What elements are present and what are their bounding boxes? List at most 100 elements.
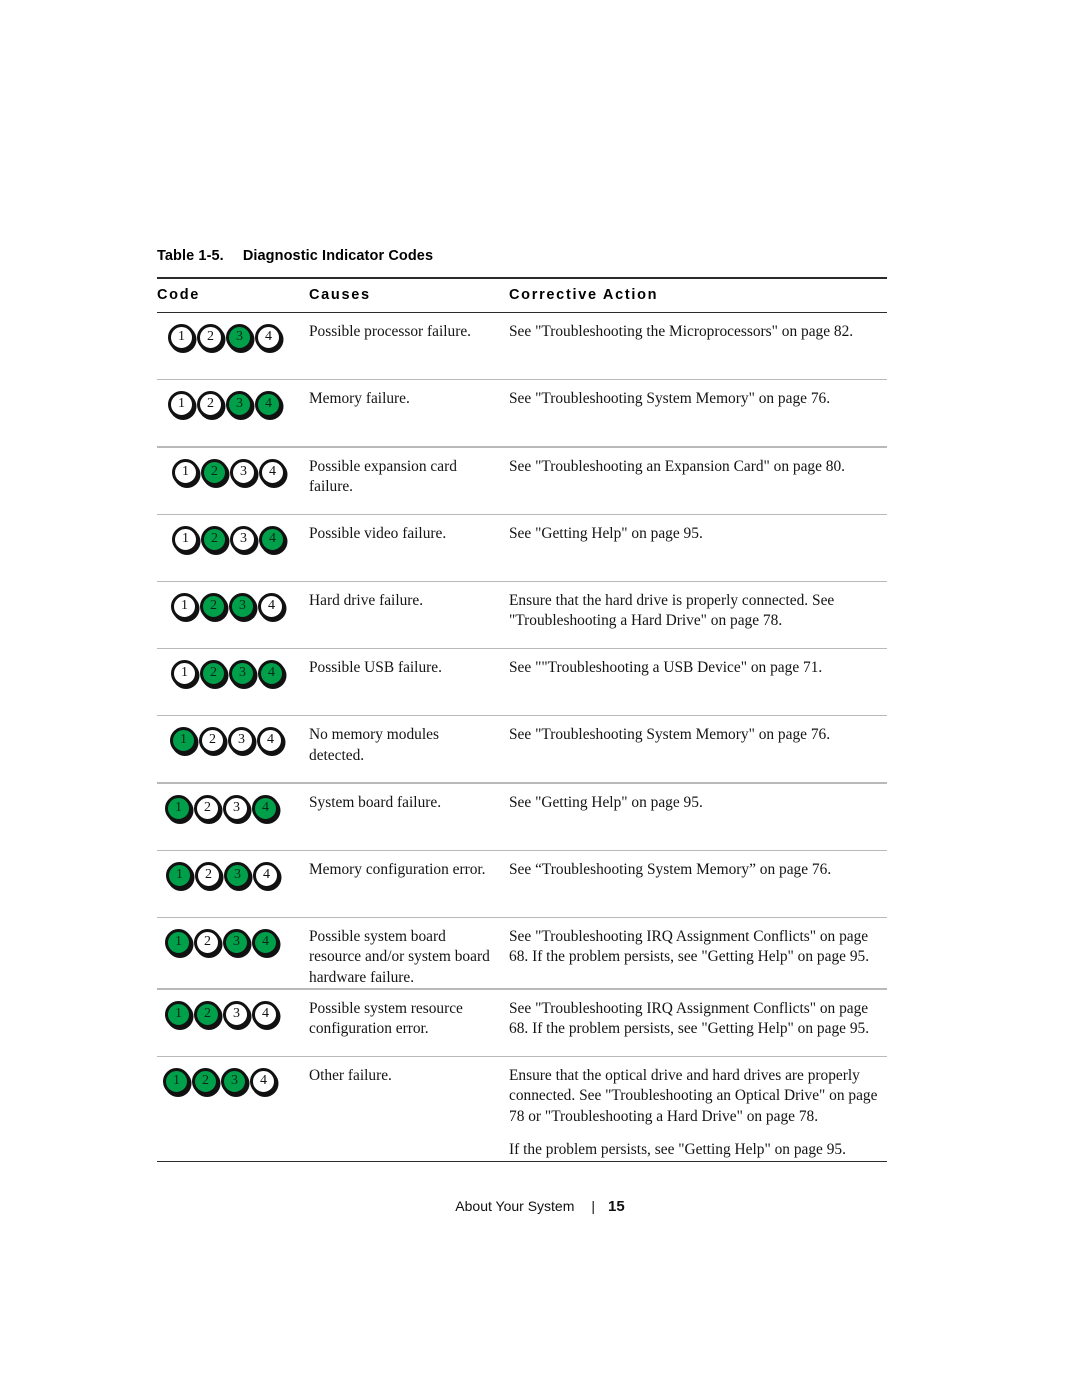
table-header-row: Code Causes Corrective Action — [157, 279, 887, 312]
led-indicator-1-off: 1 — [171, 592, 198, 620]
led-number-label: 1 — [181, 597, 188, 613]
corrective-action-paragraph: See "Troubleshooting the Microprocessors… — [509, 323, 854, 341]
led-number-label: 1 — [175, 799, 182, 815]
corrective-action-paragraph: See "Getting Help" on page 95. — [509, 793, 703, 811]
cell-cause: Possible processor failure. — [309, 322, 509, 342]
corrective-action-paragraph: See "Troubleshooting IRQ Assignment Conf… — [509, 999, 870, 1037]
corrective-action-text: Ensure that the optical drive and hard d… — [509, 1066, 887, 1161]
cell-corrective-action: See "Getting Help" on page 95. — [509, 524, 887, 544]
cell-corrective-action: See ""Troubleshooting a USB Device" on p… — [509, 658, 887, 678]
led-indicator-1-off: 1 — [172, 525, 199, 553]
cell-corrective-action: See “Troubleshooting System Memory” on p… — [509, 860, 887, 880]
led-indicator-1-on: 1 — [163, 1067, 190, 1095]
corrective-action-paragraph: If the problem persists, see "Getting He… — [509, 1141, 846, 1159]
diagnostic-led-group: 1 2 3 4 — [165, 793, 309, 822]
cell-code: 1 2 3 4 — [157, 725, 309, 755]
cell-cause: Memory configuration error. — [309, 860, 509, 880]
led-indicator-1-on: 1 — [165, 794, 192, 822]
led-number-label: 4 — [268, 597, 275, 613]
led-number-label: 3 — [233, 1005, 240, 1021]
led-indicator-4-off: 4 — [255, 324, 282, 352]
led-number-label: 3 — [239, 597, 246, 613]
led-indicator-4-off: 4 — [250, 1067, 277, 1095]
led-indicator-3-off: 3 — [223, 794, 250, 822]
led-number-label: 4 — [267, 732, 274, 748]
led-indicator-2-on: 2 — [201, 525, 228, 553]
cell-code: 1 2 3 4 — [157, 927, 309, 956]
led-indicator-4-off: 4 — [258, 592, 285, 620]
column-header-corrective-action: Corrective Action — [509, 286, 659, 303]
cause-text: Possible video failure. — [309, 524, 447, 542]
led-number-label: 2 — [210, 597, 217, 613]
corrective-action-paragraph: See "Troubleshooting an Expansion Card" … — [509, 457, 846, 475]
diagnostic-led-group: 1 2 3 4 — [165, 999, 309, 1028]
cause-text: Possible system board resource and/or sy… — [309, 927, 490, 986]
corrective-action-paragraph: See "Troubleshooting System Memory" on p… — [509, 390, 831, 408]
corrective-action-text: See ""Troubleshooting a USB Device" on p… — [509, 658, 887, 678]
led-indicator-1-off: 1 — [171, 660, 198, 688]
cell-code: 1 2 3 4 — [157, 793, 309, 822]
diagnostic-led-group: 1 2 3 4 — [171, 591, 309, 620]
cause-text: Hard drive failure. — [309, 591, 424, 609]
cell-code: 1 2 3 4 — [157, 860, 309, 889]
led-indicator-4-on: 4 — [259, 525, 286, 553]
led-number-label: 3 — [236, 329, 243, 345]
cell-cause: Hard drive failure. — [309, 591, 509, 611]
led-indicator-1-on: 1 — [165, 1000, 192, 1028]
corrective-action-text: See "Troubleshooting the Microprocessors… — [509, 322, 887, 342]
led-number-label: 2 — [204, 933, 211, 949]
led-indicator-2-on: 2 — [200, 660, 227, 688]
led-number-label: 3 — [233, 799, 240, 815]
cell-corrective-action: See "Troubleshooting System Memory" on p… — [509, 725, 887, 745]
table-row: 1 2 3 4 Possible processor failure. See "Trou… — [157, 313, 887, 379]
led-indicator-3-on: 3 — [226, 391, 253, 419]
led-number-label: 4 — [262, 933, 269, 949]
corrective-action-paragraph: See "Troubleshooting System Memory" on p… — [509, 726, 831, 744]
table-body: 1 2 3 4 Possible processor failure. See "Trou… — [157, 313, 887, 1163]
cell-corrective-action: Ensure that the hard drive is properly c… — [509, 591, 887, 632]
led-number-label: 1 — [178, 396, 185, 412]
cell-cause: Possible expansion card failure. — [309, 457, 509, 498]
document-page: Table 1-5. Diagnostic Indicator Codes Cod… — [0, 0, 1080, 1397]
led-indicator-4-off: 4 — [252, 1000, 279, 1028]
header-cell-corrective-action: Corrective Action — [509, 286, 887, 304]
led-number-label: 1 — [178, 329, 185, 345]
cell-corrective-action: See "Troubleshooting the Microprocessors… — [509, 322, 887, 342]
table-row: 1 2 3 4 Possible USB failure. See ""Troublesh… — [157, 649, 887, 715]
cell-code: 1 2 3 4 — [157, 524, 309, 553]
led-number-label: 3 — [239, 665, 246, 681]
led-number-label: 2 — [209, 732, 216, 748]
cell-code: 1 2 3 4 — [157, 322, 309, 352]
led-number-label: 4 — [260, 1072, 267, 1088]
corrective-action-paragraph: Ensure that the optical drive and hard d… — [509, 1066, 878, 1125]
led-indicator-3-on: 3 — [223, 928, 250, 956]
table-row: 1 2 3 4 System board failure. See "Getting He… — [157, 784, 887, 850]
cell-cause: Memory failure. — [309, 389, 509, 409]
led-indicator-4-on: 4 — [252, 794, 279, 822]
led-number-label: 4 — [265, 329, 272, 345]
cell-corrective-action: Ensure that the optical drive and hard d… — [509, 1066, 887, 1161]
corrective-action-text: See “Troubleshooting System Memory” on p… — [509, 860, 887, 880]
led-number-label: 2 — [207, 396, 214, 412]
led-indicator-3-on: 3 — [221, 1067, 248, 1095]
cell-cause: Possible video failure. — [309, 524, 509, 544]
table-row: 1 2 3 4 Memory failure. See "Troubleshooting … — [157, 380, 887, 446]
led-indicator-1-on: 1 — [166, 861, 193, 889]
corrective-action-text: See "Troubleshooting System Memory" on p… — [509, 725, 887, 745]
corrective-action-paragraph: See ""Troubleshooting a USB Device" on p… — [509, 659, 823, 677]
led-indicator-1-off: 1 — [172, 458, 199, 486]
corrective-action-paragraph: See “Troubleshooting System Memory” on p… — [509, 860, 832, 878]
cell-cause: System board failure. — [309, 793, 509, 813]
cause-text: Possible USB failure. — [309, 659, 442, 677]
led-number-label: 2 — [210, 665, 217, 681]
led-indicator-4-on: 4 — [255, 391, 282, 419]
led-indicator-3-on: 3 — [224, 861, 251, 889]
led-indicator-2-on: 2 — [200, 592, 227, 620]
cause-text: Possible processor failure. — [309, 323, 471, 341]
corrective-action-text: See "Troubleshooting an Expansion Card" … — [509, 457, 887, 477]
corrective-action-text: See "Troubleshooting System Memory" on p… — [509, 389, 887, 409]
led-number-label: 4 — [269, 463, 276, 479]
table-row: 1 2 3 4 Possible system board resource and/o… — [157, 918, 887, 988]
table-number: Table 1-5. — [157, 248, 224, 264]
cell-corrective-action: See "Troubleshooting an Expansion Card" … — [509, 457, 887, 477]
